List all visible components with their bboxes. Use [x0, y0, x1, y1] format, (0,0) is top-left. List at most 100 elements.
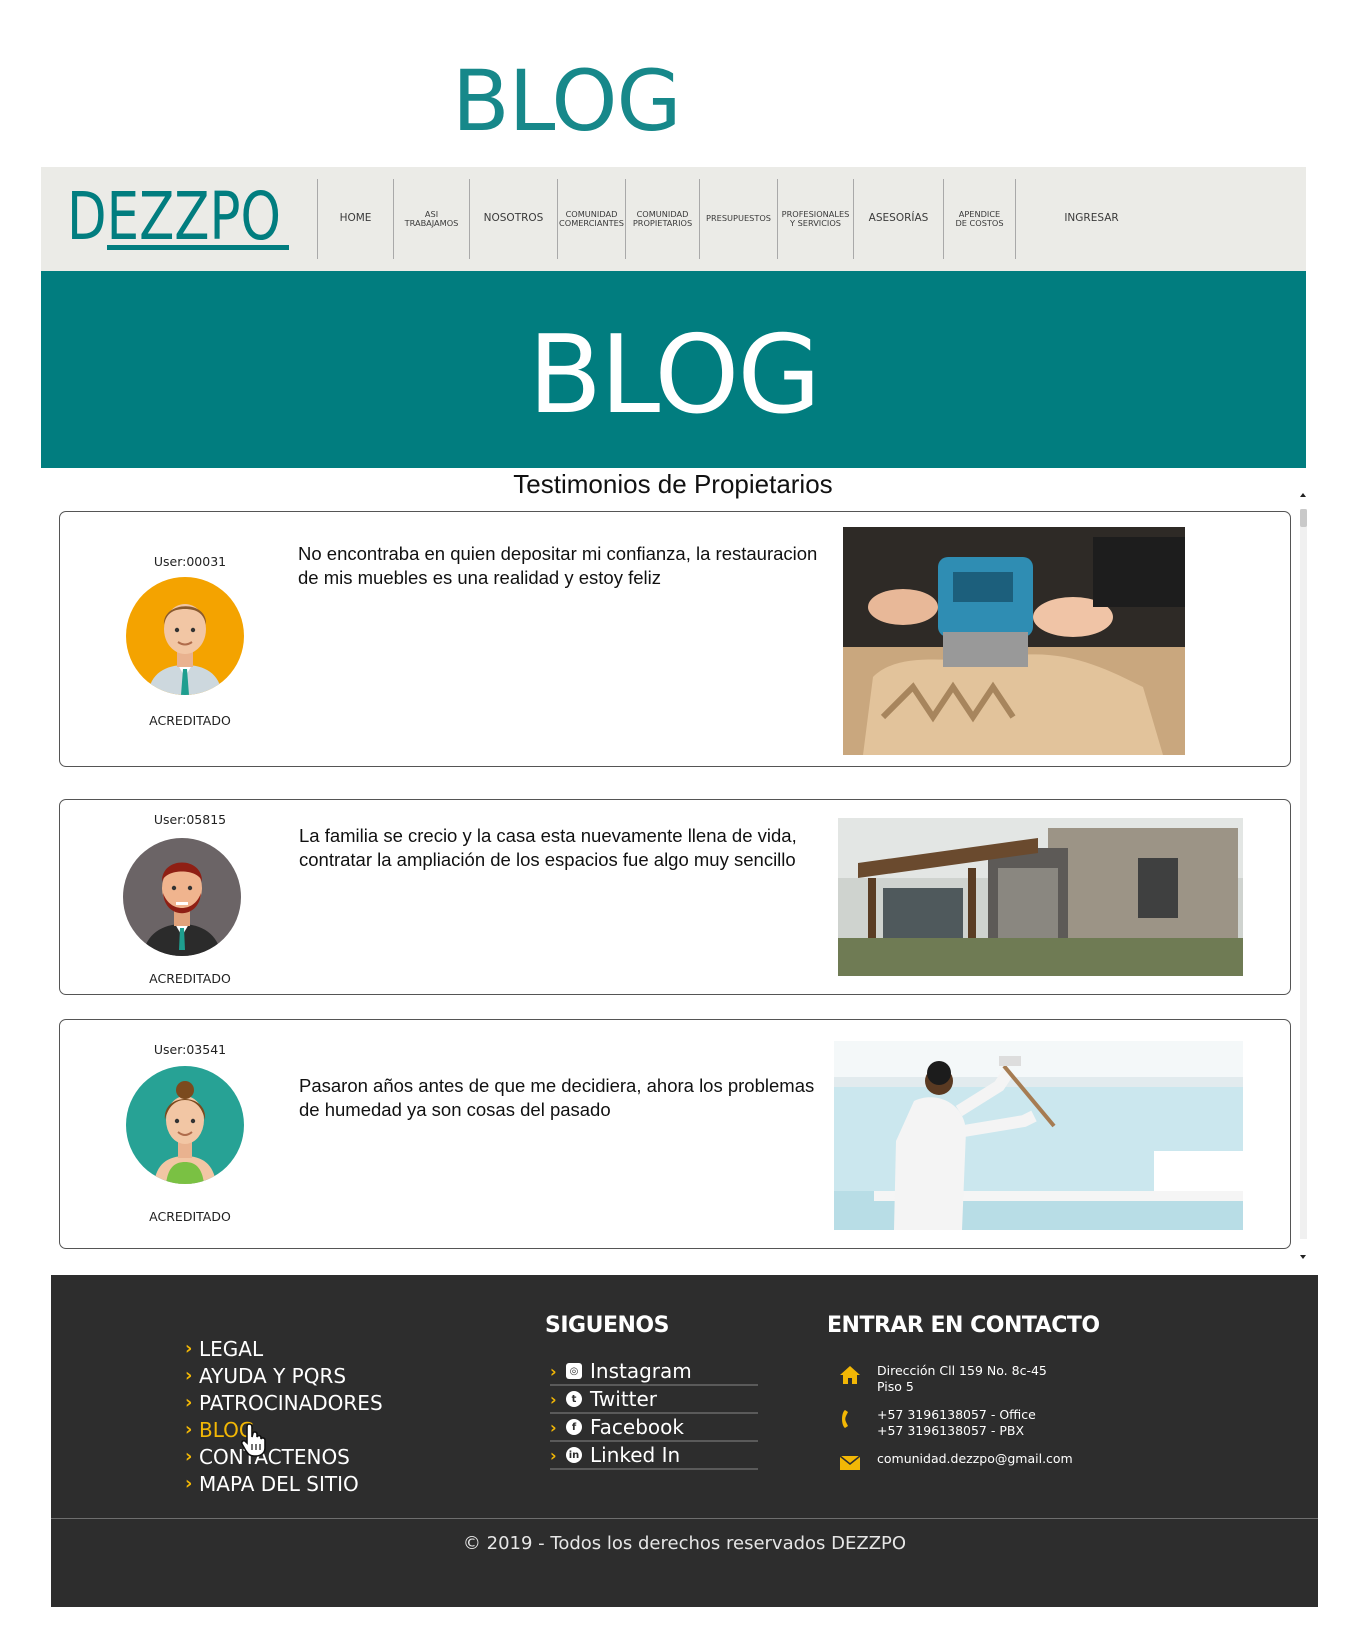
nav-comunidad-comerciantes[interactable]: COMUNIDAD COMERCIANTES: [557, 179, 625, 259]
navbar: DEZZPO HOME ASI TRABAJAMOS NOSOTROS COMU…: [41, 167, 1306, 271]
chevron-right-icon: ›: [185, 1419, 193, 1440]
social-heading: SIGUENOS: [545, 1313, 669, 1338]
nav-apendice-costos[interactable]: APENDICE DE COSTOS: [943, 179, 1015, 259]
scroll-thumb[interactable]: [1300, 509, 1307, 527]
testimonial-line: de humedad ya son cosas del pasado: [299, 1099, 611, 1120]
social-link-facebook[interactable]: › f Facebook: [550, 1414, 758, 1442]
testimonial-text: La familia se crecio y la casa esta nuev…: [299, 824, 844, 872]
chevron-right-icon: ›: [185, 1446, 193, 1467]
mail-icon: [839, 1455, 861, 1470]
chevron-right-icon: ›: [185, 1365, 193, 1386]
chevron-right-icon: ›: [550, 1389, 557, 1409]
nav-asi-trabajamos[interactable]: ASI TRABAJAMOS: [393, 179, 469, 259]
avatar: [123, 838, 241, 956]
nav-apendice-costos-label: APENDICE DE COSTOS: [955, 208, 1004, 228]
testimonial-card: User:00031 ACREDITADO No encontraba en q…: [59, 511, 1291, 767]
chevron-right-icon: ›: [550, 1361, 557, 1381]
contact-address: Dirección Cll 159 No. 8c-45 Piso 5: [839, 1363, 1073, 1395]
footer-link-label: MAPA DEL SITIO: [199, 1471, 359, 1496]
address-line: Piso 5: [877, 1379, 914, 1394]
avatar: [126, 577, 244, 695]
footer-link-blog[interactable]: › BLOG: [185, 1416, 383, 1443]
home-icon: [840, 1366, 860, 1384]
social-link-twitter[interactable]: › t Twitter: [550, 1386, 758, 1414]
footer-link-patrocinadores[interactable]: › PATROCINADORES: [185, 1389, 383, 1416]
facebook-icon: f: [566, 1419, 582, 1435]
user-id: User:05815: [153, 812, 227, 827]
contact-phone: +57 3196138057 - Office +57 3196138057 -…: [839, 1407, 1073, 1439]
nav-presupuestos[interactable]: PRESUPUESTOS: [699, 179, 777, 259]
footer-link-label: AYUDA Y PQRS: [199, 1363, 347, 1388]
footer-link-legal[interactable]: › LEGAL: [185, 1335, 383, 1362]
contact-heading: ENTRAR EN CONTACTO: [827, 1313, 1100, 1338]
footer-link-mapa[interactable]: › MAPA DEL SITIO: [185, 1470, 383, 1497]
social-label: Instagram: [590, 1359, 692, 1383]
phone-line: +57 3196138057 - Office: [877, 1407, 1036, 1422]
status-badge: ACREDITADO: [149, 971, 231, 986]
section-title: Testimonios de Propietarios: [513, 469, 833, 499]
footer-link-label: LEGAL: [199, 1336, 264, 1361]
testimonial-text: No encontraba en quien depositar mi conf…: [298, 542, 843, 590]
testimonial-card: User:05815 ACREDITADO La familia se crec…: [59, 799, 1291, 995]
instagram-icon: ◎: [566, 1363, 582, 1379]
chevron-right-icon: ›: [185, 1473, 193, 1494]
hero-title: BLOG: [527, 313, 821, 438]
photo-painter: [834, 1041, 1243, 1230]
email-text: comunidad.dezzpo@gmail.com: [877, 1451, 1073, 1466]
scroll-up-arrow-icon[interactable]: [1300, 493, 1306, 497]
social-label: Linked In: [590, 1443, 681, 1467]
copyright: © 2019 - Todos los derechos reservados D…: [462, 1533, 907, 1554]
social-label: Twitter: [590, 1387, 658, 1411]
hero-banner: BLOG: [41, 271, 1306, 468]
svg-text:DEZZPO: DEZZPO: [67, 181, 281, 255]
scrollbar[interactable]: [1298, 487, 1310, 1259]
chevron-right-icon: ›: [550, 1417, 557, 1437]
testimonial-line: contratar la ampliación de los espacios …: [299, 849, 796, 870]
testimonial-card: User:03541 ACREDITADO Pasaron años antes…: [59, 1019, 1291, 1249]
nav-home[interactable]: HOME: [317, 179, 393, 259]
footer-link-ayuda[interactable]: › AYUDA Y PQRS: [185, 1362, 383, 1389]
nav-comunidad-propietarios-label: COMUNIDAD PROPIETARIOS: [632, 208, 693, 228]
photo-house-extension: [838, 818, 1243, 976]
nav-comunidad-propietarios[interactable]: COMUNIDAD PROPIETARIOS: [625, 179, 699, 259]
chevron-right-icon: ›: [185, 1338, 193, 1359]
nav-asesorias[interactable]: ASESORÍAS: [853, 179, 943, 259]
social-links: › ◎ Instagram › t Twitter › f Facebook › in Link…: [550, 1358, 758, 1470]
testimonial-line: de mis muebles es una realidad y estoy f…: [298, 567, 661, 588]
twitter-icon: t: [566, 1391, 582, 1407]
footer-links: › LEGAL › AYUDA Y PQRS › PATROCINADORES › BL…: [185, 1335, 383, 1497]
user-id: User:03541: [153, 1042, 227, 1057]
footer-link-label: PATROCINADORES: [199, 1390, 383, 1415]
linkedin-icon: in: [566, 1447, 582, 1463]
social-link-linkedin[interactable]: › in Linked In: [550, 1442, 758, 1470]
chevron-right-icon: ›: [550, 1445, 557, 1465]
scroll-down-arrow-icon[interactable]: [1300, 1255, 1306, 1259]
status-badge: ACREDITADO: [149, 713, 231, 728]
testimonial-text: Pasaron años antes de que me decidiera, …: [299, 1074, 844, 1122]
testimonial-line: No encontraba en quien depositar mi conf…: [298, 543, 818, 564]
chevron-right-icon: ›: [185, 1392, 193, 1413]
footer-divider: [51, 1518, 1318, 1519]
nav-profesionales-servicios[interactable]: PROFESIONALES Y SERVICIOS: [777, 179, 853, 259]
address-line: Dirección Cll 159 No. 8c-45: [877, 1363, 1047, 1378]
status-badge: ACREDITADO: [149, 1209, 231, 1224]
social-link-instagram[interactable]: › ◎ Instagram: [550, 1358, 758, 1386]
nav-nosotros[interactable]: NOSOTROS: [469, 179, 557, 259]
footer-link-contactenos[interactable]: › CONTACTENOS: [185, 1443, 383, 1470]
user-id: User:00031: [153, 554, 227, 569]
phone-icon: [842, 1410, 848, 1428]
page-title: BLOG: [452, 52, 682, 150]
nav-ingresar[interactable]: INGRESAR: [1015, 179, 1167, 259]
nav-profesionales-servicios-label: PROFESIONALES Y SERVICIOS: [781, 208, 850, 228]
footer-link-label: CONTACTENOS: [199, 1444, 350, 1469]
scroll-track[interactable]: [1300, 509, 1307, 1239]
photo-woodworking: [843, 527, 1185, 755]
hand-cursor-icon: [240, 1423, 266, 1457]
testimonial-line: La familia se crecio y la casa esta nuev…: [299, 825, 797, 846]
main-nav: HOME ASI TRABAJAMOS NOSOTROS COMUNIDAD C…: [317, 179, 1167, 259]
avatar: [126, 1066, 244, 1184]
dezzpo-logo[interactable]: DEZZPO: [67, 181, 289, 257]
social-label: Facebook: [590, 1415, 684, 1439]
contact-email[interactable]: comunidad.dezzpo@gmail.com: [839, 1451, 1073, 1470]
testimonial-line: Pasaron años antes de que me decidiera, …: [299, 1075, 815, 1096]
